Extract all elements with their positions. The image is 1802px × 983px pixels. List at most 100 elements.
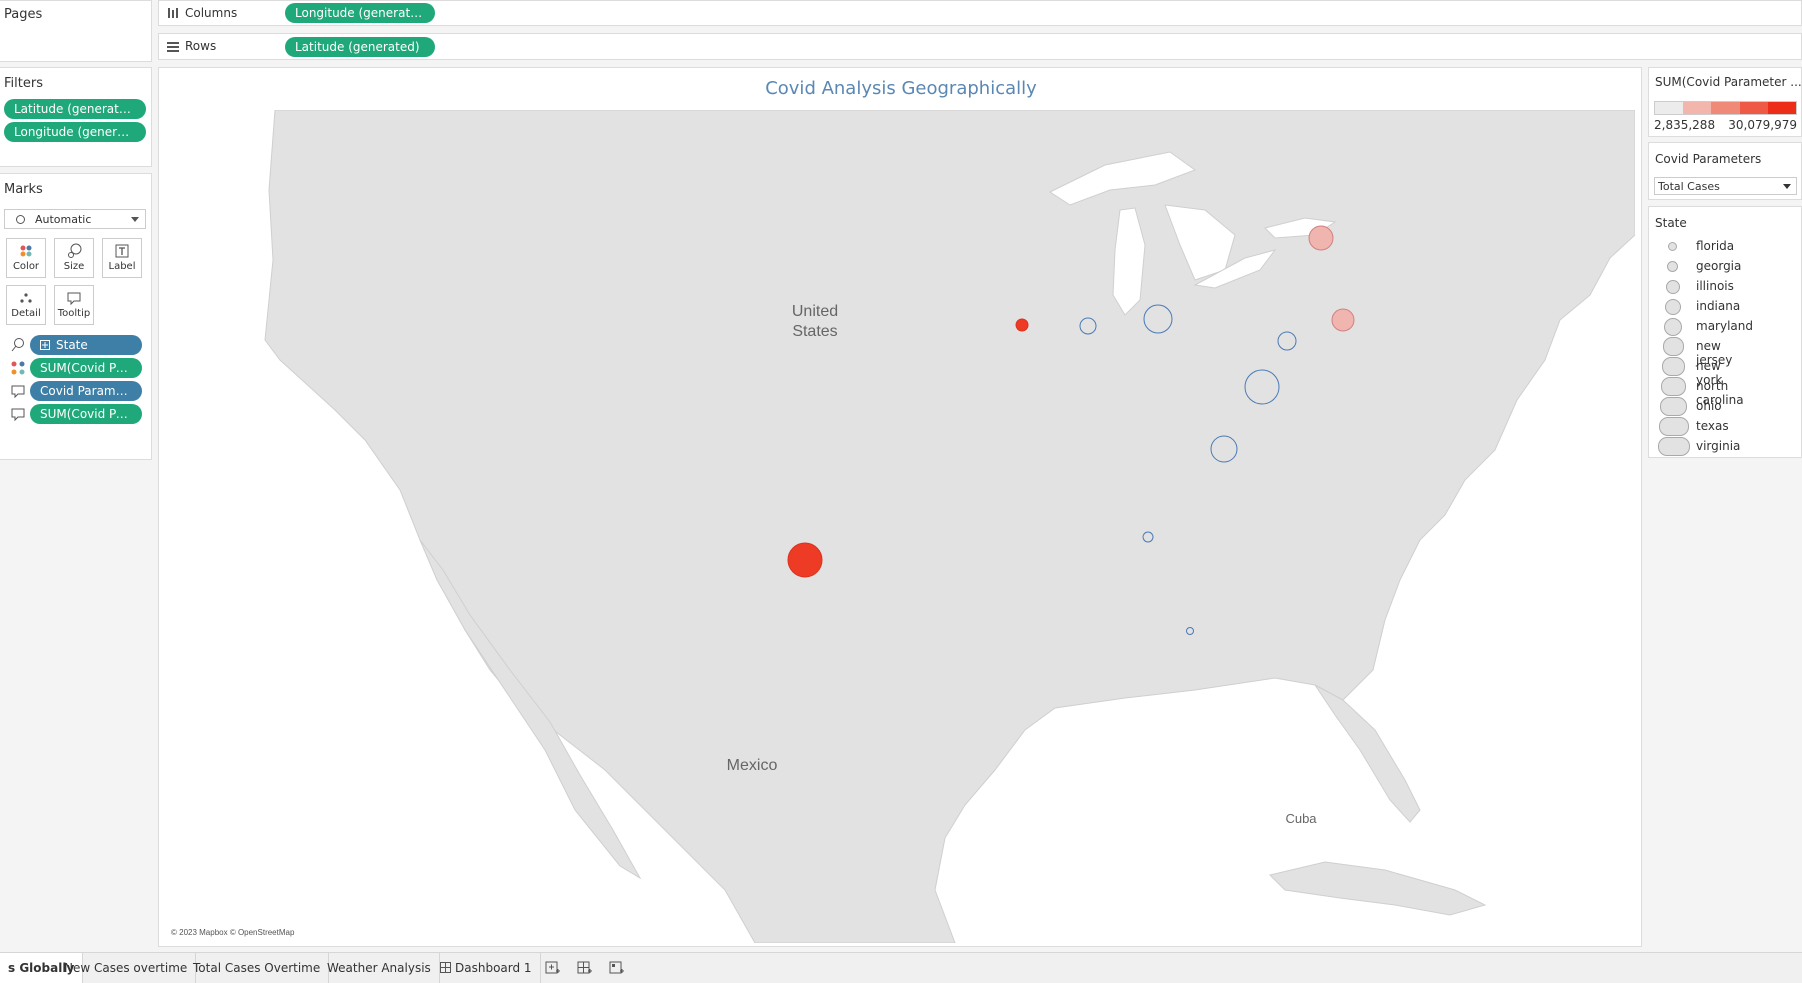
tab-new-cases-overtime[interactable]: New Cases overtime [56, 953, 197, 983]
marks-card: Marks Automatic Color Size Label Detail [0, 173, 152, 460]
size-swatch [1668, 242, 1677, 251]
ramp-step-4 [1739, 102, 1768, 114]
map-label-cuba: Cuba [1285, 811, 1317, 826]
ramp-step-3 [1711, 102, 1740, 114]
marks-title: Marks [4, 182, 43, 197]
ramp-step-5 [1767, 102, 1797, 114]
columns-shelf[interactable]: Columns Longitude (generated) [158, 0, 1802, 26]
state-field-label: State [56, 338, 88, 352]
ramp-step-2 [1683, 102, 1712, 114]
tab-dashboard-1-label: Dashboard 1 [455, 961, 532, 975]
color-icon [20, 245, 32, 257]
mark-type-dropdown[interactable]: Automatic [4, 209, 146, 229]
covid-parameter-tooltip-pill[interactable]: Covid Paramet.. [30, 381, 142, 401]
color-legend: SUM(Covid Parameter ... 2,835,288 30,079… [1648, 67, 1802, 137]
tooltip-icon [11, 385, 25, 399]
rows-label: Rows [185, 39, 217, 53]
filters-card: Filters Latitude (generated) Longitude (… [0, 67, 152, 167]
detail-card-label: Detail [11, 308, 41, 319]
size-legend-label: texas [1696, 419, 1729, 433]
rows-pill[interactable]: Latitude (generated) [285, 37, 435, 57]
size-card-label: Size [63, 261, 85, 272]
color-legend-max: 30,079,979 [1728, 118, 1797, 132]
detail-icon [20, 293, 32, 303]
color-icon [11, 361, 25, 375]
size-swatch [1658, 437, 1690, 456]
sum-covid-color-pill[interactable]: SUM(Covid Par.. [30, 358, 142, 378]
tab-total-cases-overtime[interactable]: Total Cases Overtime [185, 953, 330, 983]
size-swatch [1659, 417, 1689, 436]
color-legend-title: SUM(Covid Parameter ... [1655, 75, 1802, 89]
size-legend-label: illinois [1696, 279, 1734, 293]
detail-icon [11, 338, 24, 352]
size-icon [68, 243, 82, 258]
tooltip-card-label: Tooltip [57, 308, 91, 319]
filter-longitude-pill[interactable]: Longitude (generated) [4, 122, 146, 142]
size-swatch [1660, 397, 1687, 416]
pages-title: Pages [4, 7, 43, 22]
color-card[interactable]: Color [6, 238, 46, 278]
tooltip-icon [11, 408, 25, 422]
size-legend-label: ohio [1696, 399, 1722, 413]
map-label-us-line2: States [792, 323, 837, 340]
size-swatch [1667, 261, 1678, 272]
color-card-label: Color [12, 261, 40, 272]
columns-label: Columns [185, 6, 238, 20]
tab-dashboard-1[interactable]: Dashboard 1 [432, 953, 541, 983]
circle-mark-icon [16, 215, 25, 224]
map-attribution: © 2023 Mapbox © OpenStreetMap [171, 928, 295, 937]
new-worksheet-icon[interactable] [545, 961, 561, 975]
color-legend-min: 2,835,288 [1654, 118, 1716, 132]
chevron-down-icon [131, 217, 139, 222]
columns-icon [168, 8, 178, 18]
size-swatch [1663, 337, 1684, 356]
point-illinois[interactable] [1015, 318, 1029, 332]
sum-covid-tooltip-pill[interactable]: SUM(Covid Par.. [30, 404, 142, 424]
parameter-dropdown[interactable]: Total Cases [1654, 177, 1797, 195]
dashboard-icon [440, 962, 451, 973]
rows-shelf[interactable]: Rows Latitude (generated) [158, 33, 1802, 60]
point-texas[interactable] [787, 542, 823, 578]
label-card[interactable]: Label [102, 238, 142, 278]
new-dashboard-icon[interactable] [577, 961, 593, 975]
new-story-icon[interactable] [609, 961, 625, 975]
mark-type-label: Automatic [35, 213, 92, 226]
label-card-label: Label [108, 261, 136, 272]
parameter-title: Covid Parameters [1655, 152, 1762, 166]
size-swatch [1661, 377, 1686, 396]
pages-shelf[interactable]: Pages [0, 0, 152, 62]
filters-title: Filters [4, 76, 43, 91]
size-legend-label: virginia [1696, 439, 1741, 453]
detail-card[interactable]: Detail [6, 285, 46, 325]
tab-weather-analysis[interactable]: Weather Analysis [319, 953, 440, 983]
map-label-us-line1: United [792, 303, 838, 320]
size-swatch [1664, 318, 1682, 336]
plus-box-icon [40, 340, 50, 350]
map-label-mexico: Mexico [727, 757, 778, 774]
map[interactable]: United States Mexico Cuba © 2023 Mapbox … [165, 110, 1635, 943]
tooltip-icon [67, 292, 81, 306]
filter-latitude-pill[interactable]: Latitude (generated) [4, 99, 146, 119]
size-legend-label: indiana [1696, 299, 1741, 313]
columns-pill[interactable]: Longitude (generated) [285, 3, 435, 23]
size-swatch [1665, 299, 1681, 315]
color-legend-ramp [1654, 101, 1797, 115]
tab-weather-analysis-label: Weather Analysis [327, 961, 431, 975]
label-icon [115, 244, 129, 258]
size-legend-title: State [1655, 216, 1687, 230]
rows-icon [167, 42, 179, 52]
point-new-york[interactable] [1308, 225, 1334, 251]
size-legend-label: maryland [1696, 319, 1753, 333]
parameter-value: Total Cases [1658, 180, 1720, 193]
view-title: Covid Analysis Geographically [765, 78, 1037, 99]
size-swatch [1666, 280, 1680, 294]
tooltip-card[interactable]: Tooltip [54, 285, 94, 325]
chevron-down-icon [1783, 184, 1791, 189]
point-new-jersey[interactable] [1331, 308, 1355, 332]
view-panel: Covid Analysis Geographically United Sta… [158, 67, 1642, 947]
ramp-step-1 [1655, 102, 1684, 114]
parameter-card: Covid Parameters Total Cases [1648, 142, 1802, 200]
size-legend-label: georgia [1696, 259, 1742, 273]
size-card[interactable]: Size [54, 238, 94, 278]
size-legend-label: florida [1696, 239, 1735, 253]
